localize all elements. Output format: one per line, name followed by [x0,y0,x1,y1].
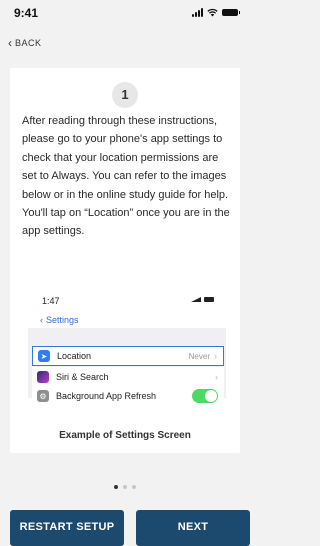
example-time: 1:47 [42,296,60,306]
cellular-signal-icon [192,8,203,17]
row-value: Never [188,351,210,361]
example-row-background-refresh: ⚙ Background App Refresh [32,386,224,406]
row-label: Siri & Search [56,372,109,382]
example-settings-back: ‹ Settings [40,315,79,325]
instruction-text: After reading through these instructions… [22,115,230,238]
chevron-left-icon: ‹ [40,315,43,325]
battery-icon [204,297,214,302]
status-icons [192,8,240,17]
location-arrow-icon: ➤ [38,350,50,362]
status-bar: 9:41 [0,0,250,26]
toggle-switch [192,389,218,403]
battery-icon [222,9,240,16]
chevron-right-icon: › [215,372,218,382]
example-back-label: Settings [46,315,79,325]
instruction-card: 1 After reading through these instructio… [10,68,240,453]
example-row-siri: Siri & Search › [32,367,224,387]
row-label: Location [57,351,92,361]
example-status-icons [191,297,214,302]
page-dot-3[interactable] [132,485,136,489]
back-label: BACK [15,38,42,48]
siri-icon [37,371,49,383]
example-caption: Example of Settings Screen [59,430,191,441]
restart-setup-button[interactable]: RESTART SETUP [10,510,124,546]
step-number-badge: 1 [112,82,138,108]
status-time: 9:41 [14,6,39,20]
example-settings-screenshot: 1:47 ‹ Settings ➤ Location Never › Siri … [28,288,226,418]
chevron-right-icon: › [214,351,217,361]
page-dot-1[interactable] [114,485,118,489]
page-dot-2[interactable] [123,485,127,489]
example-row-location: ➤ Location Never › [32,346,224,366]
row-label: Background App Refresh [56,391,157,401]
chevron-left-icon: ‹ [8,36,12,50]
pagination-dots [0,485,250,489]
example-settings-list: ➤ Location Never › Siri & Search › ⚙ Bac… [28,328,226,406]
signal-icon [191,297,201,302]
back-button[interactable]: ‹ BACK [8,36,42,50]
wifi-icon [207,8,218,17]
next-button[interactable]: NEXT [136,510,250,546]
gear-icon: ⚙ [37,390,49,402]
